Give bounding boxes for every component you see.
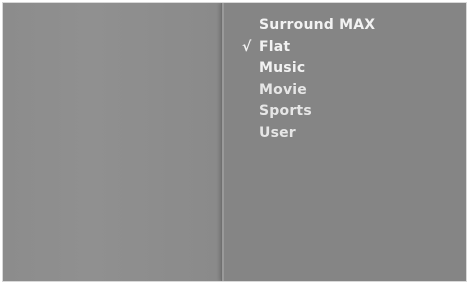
video-area [3, 3, 221, 281]
menu-item-music[interactable]: Music [222, 58, 375, 80]
menu-item-sports[interactable]: Sports [222, 101, 375, 123]
checkmark-icon: √ [242, 38, 252, 55]
sound-mode-menu: Surround MAX √ Flat Music Movie Sports U… [221, 3, 466, 281]
menu-item-label: User [259, 124, 296, 141]
menu-item-label: Sports [259, 103, 312, 119]
menu-item-surround-max[interactable]: Surround MAX [222, 15, 375, 37]
menu-item-flat[interactable]: √ Flat [222, 37, 375, 59]
menu-item-label: Surround MAX [259, 17, 376, 33]
tv-screen: Surround MAX √ Flat Music Movie Sports U… [2, 2, 467, 282]
sound-mode-list: Surround MAX √ Flat Music Movie Sports U… [222, 15, 375, 144]
menu-item-label: Movie [259, 81, 307, 98]
menu-item-label: Music [259, 60, 306, 76]
menu-item-user[interactable]: User [222, 123, 375, 145]
menu-item-movie[interactable]: Movie [222, 80, 375, 102]
menu-item-label: Flat [259, 38, 291, 55]
